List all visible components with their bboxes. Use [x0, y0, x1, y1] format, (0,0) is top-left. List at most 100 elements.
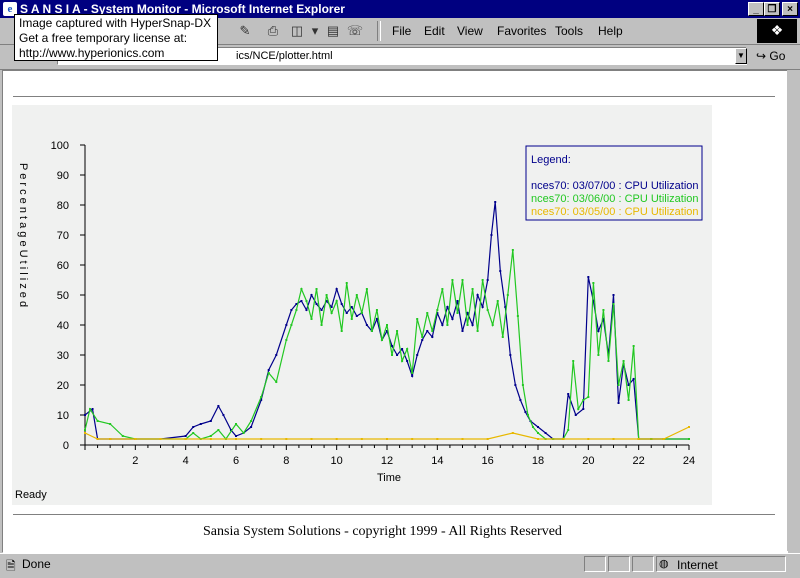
series-point-2 — [250, 420, 253, 422]
capture-notice-line: http://www.hyperionics.com — [19, 46, 165, 60]
series-point-2 — [345, 282, 348, 284]
series-point-2 — [325, 294, 328, 296]
series-point-2 — [335, 300, 338, 302]
edit-icon[interactable]: ✎ — [236, 22, 254, 40]
series-point-2 — [607, 360, 610, 362]
go-label: Go — [769, 49, 786, 63]
print-icon[interactable]: ⎙ — [264, 22, 282, 40]
series-point-2 — [451, 279, 454, 281]
series-point-1 — [350, 306, 353, 308]
series-point-2 — [305, 300, 308, 302]
menu-help[interactable]: Help — [598, 24, 623, 38]
series-point-1 — [481, 306, 484, 308]
series-point-1 — [421, 339, 424, 341]
series-point-1 — [486, 279, 489, 281]
series-point-3 — [360, 438, 363, 440]
series-point-3 — [562, 438, 565, 440]
series-point-2 — [456, 312, 459, 314]
series-point-1 — [315, 303, 318, 305]
series-point-1 — [471, 324, 474, 326]
series-point-2 — [622, 360, 625, 362]
series-point-2 — [421, 336, 424, 338]
series-point-2 — [461, 279, 464, 281]
discuss-icon[interactable]: ☏ — [346, 22, 364, 40]
series-point-1 — [192, 426, 195, 428]
status-bar: 🗎 Done ◍ Internet — [0, 553, 800, 577]
series-point-2 — [426, 312, 429, 314]
series-point-1 — [310, 294, 313, 296]
document-icon[interactable]: ▤ — [324, 22, 342, 40]
series-point-1 — [340, 303, 343, 305]
cpu-chart: 01020304050607080901002 4 6 8 10 12 14 16 18 20 22… — [12, 105, 712, 505]
zone-text: Internet — [677, 558, 718, 572]
y-tick-label: 60 — [57, 260, 69, 272]
series-point-2 — [446, 324, 449, 326]
y-tick-label: 50 — [57, 290, 69, 302]
address-dropdown-button[interactable]: ▼ — [735, 48, 747, 64]
series-point-3 — [637, 438, 640, 440]
series-point-3 — [134, 438, 137, 440]
address-text: ics/NCE/plotter.html — [236, 50, 333, 62]
capture-notice-line: Image captured with HyperSnap-DX — [19, 16, 212, 30]
y-tick-label: 20 — [57, 380, 69, 392]
series-point-1 — [275, 354, 278, 356]
series-point-2 — [235, 423, 237, 425]
series-point-3 — [109, 438, 112, 440]
vertical-scrollbar[interactable] — [787, 70, 800, 551]
series-point-1 — [426, 330, 429, 332]
series-point-3 — [486, 438, 489, 440]
series-point-2 — [416, 318, 419, 320]
series-point-2 — [491, 324, 494, 326]
x-axis-label: Time — [377, 472, 401, 484]
chart-status-text: Ready — [15, 489, 47, 501]
menu-favorites[interactable]: Favorites — [497, 24, 546, 38]
series-point-1 — [627, 384, 630, 386]
series-point-3 — [209, 438, 212, 440]
series-point-2 — [471, 288, 474, 290]
series-point-1 — [544, 432, 547, 434]
series-point-1 — [391, 345, 394, 347]
series-point-1 — [509, 354, 512, 356]
dropdown-arrow-icon[interactable]: ▾ — [306, 22, 324, 40]
series-point-2 — [386, 324, 388, 326]
page-icon: 🗎 — [6, 559, 16, 573]
go-button[interactable]: ↪ Go — [756, 49, 785, 63]
series-point-2 — [481, 279, 484, 281]
fullscreen-icon[interactable]: ◫ — [288, 22, 306, 40]
series-point-1 — [222, 414, 225, 416]
menu-file[interactable]: File — [392, 24, 411, 38]
menu-view[interactable]: View — [457, 24, 483, 38]
series-point-2 — [242, 432, 245, 434]
menu-edit[interactable]: Edit — [424, 24, 445, 38]
series-point-2 — [89, 408, 92, 410]
series-point-2 — [310, 318, 313, 320]
y-tick-label: 10 — [57, 410, 69, 422]
menu-tools[interactable]: Tools — [555, 24, 583, 38]
minimize-button[interactable]: _ — [748, 2, 764, 16]
series-point-2 — [320, 324, 323, 326]
series-point-1 — [305, 309, 308, 311]
series-point-2 — [96, 420, 99, 422]
series-point-1 — [84, 414, 86, 416]
y-tick-label: 90 — [57, 170, 69, 182]
series-point-2 — [411, 372, 414, 374]
series-point-1 — [396, 354, 399, 356]
series-point-2 — [602, 309, 605, 311]
series-point-2 — [315, 288, 318, 290]
series-point-2 — [84, 429, 86, 431]
restore-button[interactable]: ❐ — [764, 2, 780, 16]
x-tick-label: 6 — [233, 455, 239, 467]
series-point-3 — [436, 438, 439, 440]
series-point-1 — [285, 324, 288, 326]
close-button[interactable]: × — [782, 2, 798, 16]
legend-entry-2: nces70: 03/06/00 : CPU Utilization — [531, 193, 699, 205]
series-point-1 — [587, 276, 590, 278]
status-panel — [608, 556, 630, 572]
series-point-2 — [632, 345, 635, 347]
series-point-3 — [184, 438, 187, 440]
series-point-2 — [217, 429, 220, 431]
series-point-2 — [192, 432, 195, 434]
series-point-1 — [250, 426, 253, 428]
capture-notice: Image captured with HyperSnap-DX Get a f… — [14, 14, 218, 61]
x-tick-label: 4 — [183, 455, 189, 467]
